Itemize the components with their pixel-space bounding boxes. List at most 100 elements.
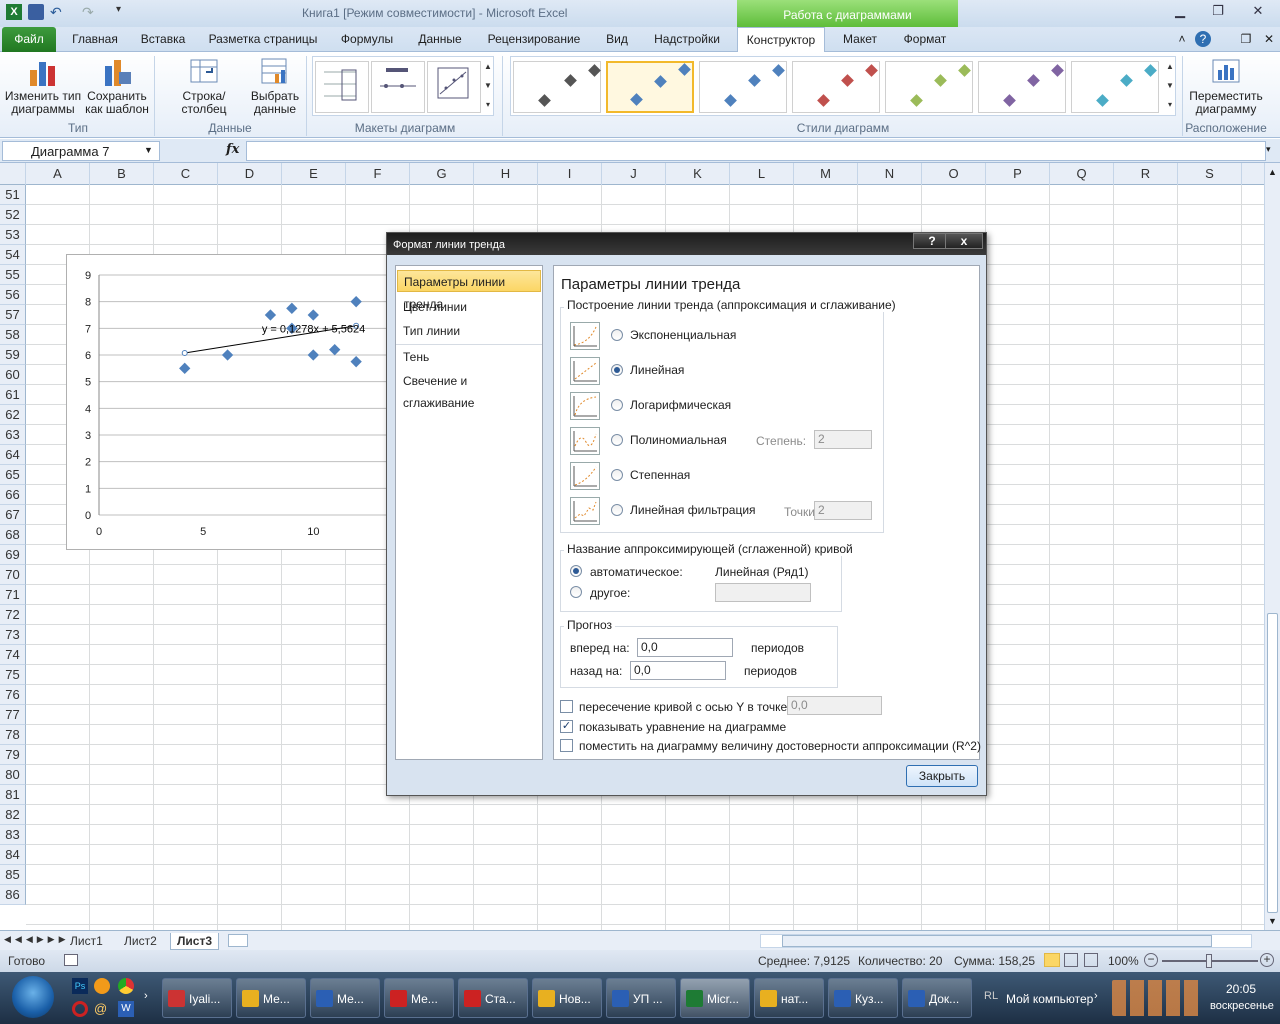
sheet-tab-2[interactable]: Лист2 [118,933,163,950]
page-layout-view-icon[interactable] [1064,953,1078,967]
opera-icon[interactable] [72,1001,88,1017]
taskbar-button[interactable]: УП ... [606,978,676,1018]
taskbar-button[interactable]: Ста... [458,978,528,1018]
styles-scroll-icon[interactable]: ▲ ▼ ▾ [1164,57,1176,115]
vertical-scrollbar[interactable]: ▲ ▼ [1264,163,1280,950]
column-header[interactable]: R [1114,163,1178,185]
row-header[interactable]: 86 [0,885,26,905]
back-input[interactable]: 0,0 [630,661,726,680]
show-equation-checkbox[interactable]: ✓ [560,720,573,733]
tab-design[interactable]: Конструктор [737,27,825,53]
column-header[interactable]: C [154,163,218,185]
mail-icon[interactable]: @ [94,1001,110,1017]
intercept-checkbox[interactable] [560,700,573,713]
intercept-input[interactable]: 0,0 [787,696,882,715]
column-header[interactable]: S [1178,163,1242,185]
chrome-icon[interactable] [118,978,134,994]
switch-row-column-button[interactable]: Строка/столбец [160,56,248,116]
row-header[interactable]: 69 [0,545,26,565]
my-computer-label[interactable]: Мой компьютер [1006,992,1093,1006]
save-as-template-button[interactable]: Сохранить как шаблон [84,56,150,116]
row-header[interactable]: 71 [0,585,26,605]
column-header[interactable]: B [90,163,154,185]
column-header[interactable]: K [666,163,730,185]
row-header[interactable]: 62 [0,405,26,425]
zoom-level[interactable]: 100% [1108,954,1139,968]
scroll-thumb[interactable] [1267,613,1278,913]
row-header[interactable]: 57 [0,305,26,325]
close-icon[interactable]: ✕ [1246,3,1270,21]
row-header[interactable]: 51 [0,185,26,205]
layout-3-thumb[interactable] [427,61,481,113]
tab-page-layout[interactable]: Разметка страницы [202,27,324,52]
tab-home[interactable]: Главная [64,27,126,52]
tab-file[interactable]: Файл [2,27,56,52]
zoom-in-icon[interactable]: + [1260,953,1274,967]
column-header[interactable]: M [794,163,858,185]
workbook-close-icon[interactable]: ✕ [1262,27,1276,52]
workbook-restore-icon[interactable]: ❐ [1238,27,1254,52]
row-header[interactable]: 70 [0,565,26,585]
sheet-nav-icons[interactable]: ◀◀◀▶▶▶ [4,934,70,945]
column-header[interactable]: D [218,163,282,185]
nav-glow-soft-edges[interactable]: Свечение и сглаживание [397,370,541,410]
taskbar-button[interactable]: Куз... [828,978,898,1018]
row-header[interactable]: 61 [0,385,26,405]
row-header[interactable]: 74 [0,645,26,665]
hscroll-thumb[interactable] [782,935,1212,947]
power-radio[interactable] [611,469,623,481]
row-header[interactable]: 58 [0,325,26,345]
row-header[interactable]: 72 [0,605,26,625]
style-7-thumb[interactable] [1071,61,1159,113]
normal-view-icon[interactable] [1044,953,1060,967]
row-header[interactable]: 68 [0,525,26,545]
tab-view[interactable]: Вид [598,27,636,52]
taskbar-button[interactable]: Iyali... [162,978,232,1018]
formula-input[interactable] [246,141,1266,161]
tab-review[interactable]: Рецензирование [480,27,588,52]
degree-spinner[interactable]: 2 [814,430,872,449]
column-header[interactable]: L [730,163,794,185]
polynomial-radio[interactable] [611,434,623,446]
gallery-scroll-icon[interactable]: ▲ ▼ ▾ [483,57,493,115]
save-icon[interactable] [28,4,44,20]
row-header[interactable]: 52 [0,205,26,225]
row-header[interactable]: 60 [0,365,26,385]
exponential-radio[interactable] [611,329,623,341]
sheet-tab-3[interactable]: Лист3 [170,933,220,950]
column-header[interactable]: Q [1050,163,1114,185]
close-button[interactable]: Закрыть [906,765,978,787]
points-spinner[interactable]: 2 [814,501,872,520]
nav-trendline-options[interactable]: Параметры линии тренда [397,270,541,311]
column-header[interactable]: F [346,163,410,185]
macro-record-icon[interactable] [64,954,78,966]
scroll-up-icon[interactable]: ▲ [1268,167,1277,177]
taskbar-button[interactable]: Ме... [310,978,380,1018]
tab-format[interactable]: Формат [895,27,955,52]
style-6-thumb[interactable] [978,61,1066,113]
row-header[interactable]: 75 [0,665,26,685]
row-header[interactable]: 79 [0,745,26,765]
column-header[interactable]: E [282,163,346,185]
select-data-button[interactable]: Выбрать данные [248,56,302,116]
select-all-corner[interactable] [0,163,26,185]
dialog-close-button[interactable]: x [945,233,983,249]
restore-icon[interactable]: ❐ [1206,3,1230,21]
excel-icon[interactable]: X [6,4,22,20]
zoom-out-icon[interactable]: − [1144,953,1158,967]
row-header[interactable]: 82 [0,805,26,825]
name-box-dropdown-icon[interactable]: ▼ [144,145,153,155]
taskbar-button[interactable]: Micr... [680,978,750,1018]
formula-expand-icon[interactable]: ▾ [1266,144,1271,155]
logarithmic-radio[interactable] [611,399,623,411]
redo-icon[interactable]: ↷ [82,4,98,20]
row-header[interactable]: 85 [0,865,26,885]
row-header[interactable]: 73 [0,625,26,645]
auto-name-radio[interactable] [570,565,582,577]
column-header[interactable]: P [986,163,1050,185]
customize-toolbar-icon[interactable]: ▾ [116,4,132,20]
custom-name-radio[interactable] [570,586,582,598]
quicklaunch-more-icon[interactable]: › [144,990,148,1002]
tab-layout[interactable]: Макет [833,27,887,52]
column-header[interactable]: N [858,163,922,185]
